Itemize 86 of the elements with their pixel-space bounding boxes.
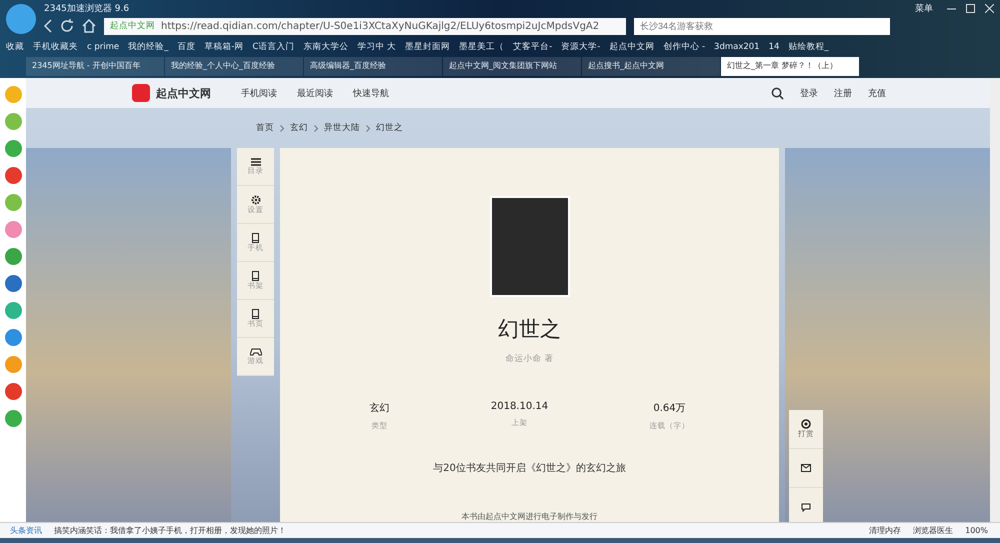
header-link[interactable]: 登录 [800,86,818,100]
bookmark-item[interactable]: 草稿箱-网 [204,41,244,53]
app-icon[interactable] [4,410,22,427]
app-icon[interactable] [4,167,22,184]
phone-icon [252,308,259,318]
status-tool[interactable]: 清理内存 [869,525,902,536]
bookmark-item[interactable]: 墨星美工（ [459,41,504,53]
browser-tab[interactable]: 高级编辑器_百度经验 [304,57,442,76]
close-icon[interactable] [985,4,994,12]
header-link[interactable]: 充值 [868,86,886,100]
bookmark-item[interactable]: c prime [87,42,120,52]
gear-icon [250,194,260,204]
bookmark-item[interactable]: 我的经验_ [128,41,168,53]
app-icon[interactable] [4,275,22,292]
browser-tab[interactable]: 起点搜书_起点中文网 [582,57,720,76]
search-field[interactable]: 长沙34名游客获救 [634,18,890,34]
chevron-icon [314,124,318,132]
bookmark-item[interactable]: 东南大学公 [303,41,348,53]
stat-value: 2018.10.14 [490,401,548,412]
bookmark-item[interactable]: C语言入门 [252,41,294,53]
bookmark-item[interactable]: 3dmax201 [714,42,760,52]
gamepad-icon [250,348,262,356]
bookmark-item[interactable]: 资源大学- [561,41,600,53]
bookmark-item[interactable]: 起点中文网 [609,41,654,53]
coin-icon [801,419,811,429]
mail-icon[interactable] [801,464,811,472]
search-icon[interactable] [771,86,784,100]
reload-icon[interactable] [60,19,74,33]
bookmark-item[interactable]: 创作中心 - [663,41,706,53]
app-icon[interactable] [4,383,22,400]
news-label[interactable]: 头条资讯 [10,525,42,536]
nav-link[interactable]: 手机阅读 [241,86,277,100]
browser-tab[interactable]: 起点中文网_阅文集团旗下网站 [443,57,581,76]
site-logo[interactable]: 起点中文网 [156,86,211,100]
publisher-text: 本书由起点中文网进行电子制作与发行 [462,511,598,522]
bookmark-item[interactable]: 墨星封面网 [405,41,450,53]
app-icon[interactable] [4,113,22,130]
browser-tab[interactable]: 幻世之_第一章 梦碎？！（上） [721,57,859,76]
bookmark-item[interactable]: 学习中 大 [357,41,396,53]
nav-link[interactable]: 最近阅读 [297,86,333,100]
breadcrumb-link[interactable]: 玄幻 [290,122,308,134]
browser-tab[interactable]: 2345网址导航 - 开创中国百年 [26,57,164,76]
bookmark-item[interactable]: 艾客平台- [513,41,552,53]
address-bar[interactable]: 起点中文网 https://read.qidian.com/chapter/U-S0e1i3XCtaXyNuGKajlg2/ELUy6tosmpi2uJcMpdsVgA2 [104,18,626,34]
header-link[interactable]: 注册 [834,86,852,100]
news-ticker[interactable]: 搞笑内涵笑话：我借拿了小姨子手机，打开相册，发现她的照片！ [54,525,286,536]
phone-icon [252,232,259,242]
stat-value: 0.64万 [653,402,686,415]
app-icon[interactable] [4,140,22,157]
bookmark-item[interactable]: 收藏 [6,41,24,53]
bookmark-item[interactable]: 手机收藏夹 [33,41,78,53]
menu-button[interactable]: 菜单 [911,2,937,14]
breadcrumb-link[interactable]: 异世大陆 [324,122,360,134]
breadcrumb-link[interactable]: 首页 [256,122,274,134]
app-icon[interactable] [4,302,22,319]
phone-icon [252,270,259,280]
chat-icon[interactable] [801,502,811,512]
zoom-level[interactable]: 100% [965,526,988,535]
breadcrumb-link[interactable]: 幻世之 [376,122,403,134]
bookmark-item[interactable]: 贴绘教程_ [788,41,829,53]
url-text: https://read.qidian.com/chapter/U-S0e1i3XCtaXyNuGKajlg2/ELUy6tosmpi2uJcMpdsVgA2 [161,20,600,32]
home-icon[interactable] [82,19,96,33]
chevron-icon [366,124,370,132]
list-icon [250,158,260,166]
chevron-icon [280,124,284,132]
app-icon[interactable] [4,194,22,211]
browser-tab[interactable]: 我的经验_个人中心_百度经验 [165,57,303,76]
readers-text: 与20位书友共同开启《幻世之》的玄幻之旅 [433,462,626,475]
nav-link[interactable]: 快速导航 [353,86,389,100]
status-tool[interactable]: 浏览器医生 [913,525,954,536]
app-icon[interactable] [4,221,22,238]
app-icon[interactable] [4,248,22,265]
book-title: 幻世之 [498,316,561,343]
window-title: 2345加速浏览器 9.6 [44,2,130,14]
bookmark-item[interactable]: 百度 [177,41,196,53]
app-icon[interactable] [4,329,22,346]
stat-value: 玄幻 [370,402,390,415]
book-author: 命运小命 著 [506,353,554,365]
logo-icon [132,84,150,102]
scrollbar[interactable] [990,78,1000,522]
app-icon[interactable] [4,356,22,373]
back-icon[interactable] [44,19,52,33]
browser-logo-icon [6,4,36,34]
maximize-icon[interactable] [966,4,975,12]
site-label: 起点中文网 [110,20,155,32]
bookmark-item[interactable]: 14 [768,42,780,52]
